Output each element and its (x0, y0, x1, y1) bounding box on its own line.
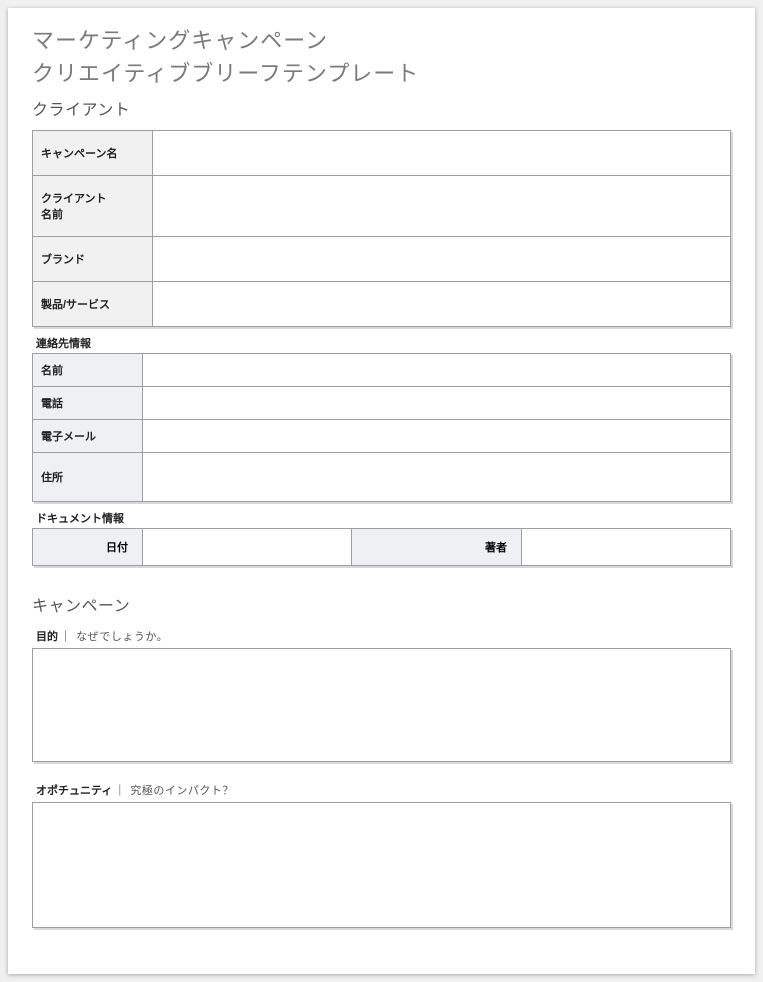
doc-author-label: 著者 (352, 529, 522, 566)
document-info-heading: ドキュメント情報 (36, 510, 731, 526)
contact-email-label: 電子メール (33, 420, 143, 453)
contact-heading: 連絡先情報 (36, 335, 731, 351)
client-name-cell (153, 176, 731, 237)
contact-address-cell (143, 453, 731, 502)
contact-address-input[interactable] (143, 461, 730, 493)
brand-label: ブランド (33, 237, 153, 282)
objective-hint: なぜでしょうか。 (76, 631, 168, 643)
document-info-table: 日付 著者 (32, 528, 731, 566)
contact-phone-label: 電話 (33, 387, 143, 420)
client-name-input[interactable] (153, 190, 730, 222)
campaign-name-label: キャンペーン名 (33, 131, 153, 176)
title-line-2: クリエイティブブリーフテンプレート (32, 61, 419, 86)
contact-email-input[interactable] (143, 420, 730, 452)
contact-name-label: 名前 (33, 354, 143, 387)
product-label: 製品/サービス (33, 282, 153, 327)
campaign-name-input[interactable] (153, 137, 730, 169)
title-line-1: マーケティングキャンペーン (32, 28, 328, 53)
client-name-label: クライアント 名前 (33, 176, 153, 237)
objective-input[interactable] (33, 649, 730, 761)
doc-date-cell (143, 529, 352, 566)
objective-label: 目的 (36, 631, 58, 643)
opportunity-sep: ｜ (114, 785, 125, 797)
doc-date-input[interactable] (143, 531, 351, 563)
contact-table: 名前 電話 電子メール 住所 (32, 353, 731, 502)
client-table: キャンペーン名 クライアント 名前 ブランド 製品/サービス (32, 130, 731, 327)
opportunity-label-row: オポチュニティ｜ 究極のインパクト？ (36, 782, 731, 798)
opportunity-block: オポチュニティ｜ 究極のインパクト？ (32, 782, 731, 928)
doc-author-input[interactable] (522, 531, 730, 563)
doc-date-label: 日付 (33, 529, 143, 566)
doc-author-cell (522, 529, 731, 566)
objective-block: 目的｜ なぜでしょうか。 (32, 628, 731, 762)
product-cell (153, 282, 731, 327)
contact-phone-input[interactable] (143, 387, 730, 419)
objective-label-row: 目的｜ なぜでしょうか。 (36, 628, 731, 644)
campaign-name-cell (153, 131, 731, 176)
contact-email-cell (143, 420, 731, 453)
contact-name-cell (143, 354, 731, 387)
opportunity-box (32, 802, 731, 928)
brand-input[interactable] (153, 243, 730, 275)
product-input[interactable] (153, 288, 730, 320)
document-title: マーケティングキャンペーン クリエイティブブリーフテンプレート (32, 24, 731, 90)
contact-name-input[interactable] (143, 354, 730, 386)
campaign-heading: キャンペーン (32, 592, 731, 616)
contact-address-label: 住所 (33, 453, 143, 502)
client-heading: クライアント (32, 96, 731, 120)
opportunity-hint: 究極のインパクト？ (130, 785, 234, 797)
campaign-section: キャンペーン 目的｜ なぜでしょうか。 オポチュニティ｜ 究極のインパクト？ (32, 592, 731, 928)
brand-cell (153, 237, 731, 282)
objective-box (32, 648, 731, 762)
opportunity-label: オポチュニティ (36, 785, 112, 797)
page: マーケティングキャンペーン クリエイティブブリーフテンプレート クライアント キ… (8, 8, 755, 974)
contact-phone-cell (143, 387, 731, 420)
opportunity-input[interactable] (33, 803, 730, 927)
objective-sep: ｜ (60, 631, 71, 643)
